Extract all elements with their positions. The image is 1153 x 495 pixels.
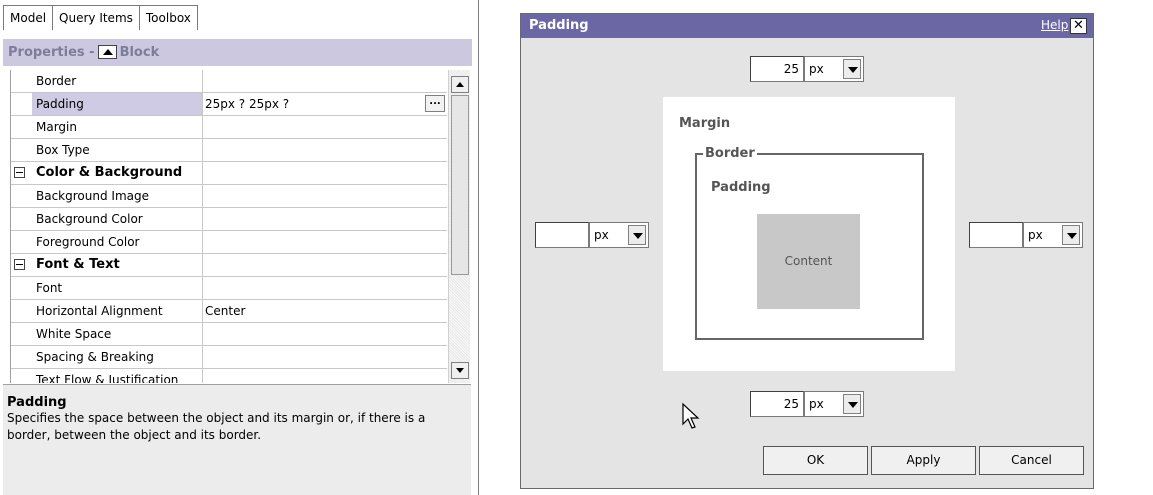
description-text: Specifies the space between the object a… [7, 411, 426, 442]
collapse-icon[interactable] [14, 259, 25, 270]
property-name: Background Color [32, 208, 203, 230]
property-row[interactable]: Border [11, 70, 447, 93]
ok-button[interactable]: OK [763, 446, 868, 475]
padding-label: Padding [711, 180, 771, 195]
property-name: Spacing & Breaking [32, 346, 203, 368]
property-row[interactable]: Font [11, 277, 447, 300]
property-name: Box Type [32, 139, 203, 161]
property-name: Margin [32, 116, 203, 138]
collapse-icon[interactable] [14, 167, 25, 178]
margin-label: Margin [679, 116, 731, 131]
property-name: Horizontal Alignment [32, 300, 203, 322]
property-value[interactable] [203, 162, 447, 184]
properties-header-prefix: Properties - [8, 45, 95, 60]
padding-dialog: Padding Help ✕ 25 px px px Margin Border… [520, 13, 1094, 489]
property-value[interactable] [203, 116, 447, 138]
property-row[interactable]: Background Image [11, 185, 447, 208]
property-row[interactable]: Padding 25px ? 25px ?... [11, 93, 447, 116]
category-row[interactable]: Color & Background [11, 162, 447, 185]
property-grid: Border Padding 25px ? 25px ?... Margin Box T… [10, 70, 447, 383]
tab-model[interactable]: Model [3, 5, 54, 30]
description-title: Padding [7, 395, 67, 410]
mouse-pointer-icon [682, 402, 700, 429]
tab-toolbox[interactable]: Toolbox [138, 5, 198, 30]
chevron-down-icon[interactable] [628, 225, 646, 245]
property-name: Font [32, 277, 203, 299]
property-name: Border [32, 70, 203, 92]
property-grid-scrollbar[interactable] [448, 70, 470, 383]
property-row[interactable]: Text Flow & Justification [11, 369, 447, 383]
property-name: Background Image [32, 185, 203, 207]
close-icon[interactable]: ✕ [1070, 18, 1087, 34]
property-value[interactable] [203, 254, 447, 276]
property-row[interactable]: Box Type [11, 139, 447, 162]
scroll-down-icon[interactable] [451, 362, 469, 379]
select-ancestor-icon[interactable] [97, 44, 117, 59]
scroll-thumb[interactable] [451, 95, 469, 275]
property-value[interactable] [203, 208, 447, 230]
padding-top-unit: px [809, 62, 824, 76]
property-row[interactable]: Spacing & Breaking [11, 346, 447, 369]
padding-left-unit-select[interactable]: px [589, 222, 649, 248]
padding-left-unit: px [594, 228, 609, 242]
property-value[interactable] [203, 277, 447, 299]
property-value[interactable] [203, 323, 447, 345]
property-value[interactable]: Center [203, 300, 447, 322]
content-box: Content [757, 214, 860, 309]
property-name: Text Flow & Justification [32, 369, 203, 383]
chevron-down-icon[interactable] [1062, 225, 1080, 245]
property-name: Color & Background [32, 162, 203, 184]
property-value[interactable] [203, 139, 447, 161]
chevron-down-icon[interactable] [843, 394, 861, 414]
property-value[interactable] [203, 185, 447, 207]
padding-right-input[interactable] [969, 222, 1023, 248]
tab-query-items[interactable]: Query Items [52, 5, 140, 30]
dialog-titlebar: Padding Help ✕ [521, 14, 1093, 38]
property-row[interactable]: Margin [11, 116, 447, 139]
padding-right-unit-select[interactable]: px [1023, 222, 1083, 248]
property-value[interactable]: 25px ? 25px ? [203, 93, 447, 115]
description-panel: Padding Specifies the space between the … [3, 384, 471, 495]
ellipsis-button[interactable]: ... [425, 95, 445, 112]
help-link[interactable]: Help [1041, 18, 1068, 32]
pane-tabs: Model Query Items Toolbox [3, 5, 198, 30]
property-value[interactable] [203, 369, 447, 383]
padding-bottom-input[interactable]: 25 [750, 391, 804, 417]
property-value[interactable] [203, 231, 447, 253]
selected-object-label: Block [119, 45, 160, 60]
padding-bottom-unit: px [809, 397, 824, 411]
box-model-diagram: Margin Border Padding Content [663, 97, 955, 371]
padding-bottom-unit-select[interactable]: px [804, 391, 864, 417]
border-label: Border [703, 146, 757, 161]
padding-top-unit-select[interactable]: px [804, 56, 864, 82]
apply-button[interactable]: Apply [871, 446, 976, 475]
property-row[interactable]: Foreground Color [11, 231, 447, 254]
property-row[interactable]: White Space [11, 323, 447, 346]
property-value[interactable] [203, 346, 447, 368]
properties-header: Properties - Block [3, 39, 472, 66]
cancel-button[interactable]: Cancel [979, 446, 1084, 475]
scroll-up-icon[interactable] [451, 76, 469, 93]
property-name: Foreground Color [32, 231, 203, 253]
border-box: Border Padding Content [695, 146, 924, 340]
property-name: Padding [32, 93, 203, 115]
properties-pane: Model Query Items Toolbox Properties - Bl… [0, 0, 479, 495]
property-name: Font & Text [32, 254, 203, 276]
padding-left-input[interactable] [535, 222, 589, 248]
dialog-title: Padding [529, 18, 589, 33]
property-row[interactable]: Horizontal Alignment Center [11, 300, 447, 323]
category-row[interactable]: Font & Text [11, 254, 447, 277]
property-value[interactable] [203, 70, 447, 92]
property-row[interactable]: Background Color [11, 208, 447, 231]
padding-right-unit: px [1028, 228, 1043, 242]
chevron-down-icon[interactable] [843, 59, 861, 79]
padding-top-input[interactable]: 25 [750, 56, 804, 82]
property-name: White Space [32, 323, 203, 345]
